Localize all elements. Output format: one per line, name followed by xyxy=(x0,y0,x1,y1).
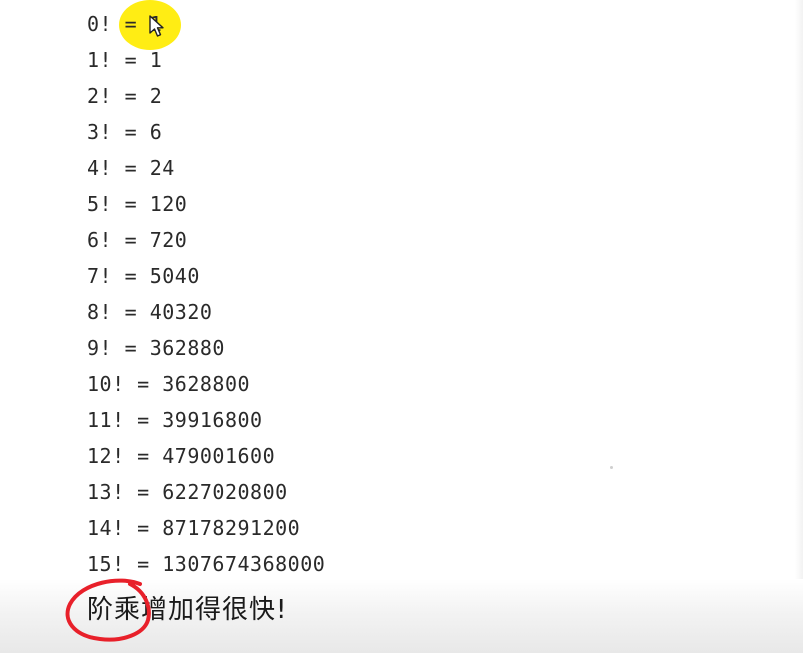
output-line: 14! = 87178291200 xyxy=(87,516,301,540)
program-output: 0! = 1 1! = 1 2! = 2 3! = 6 4! = 24 5! =… xyxy=(87,9,325,585)
output-line: 6! = 720 xyxy=(87,228,188,252)
right-edge-shadow xyxy=(795,0,803,653)
output-line: 1! = 1 xyxy=(87,48,163,72)
output-line: 3! = 6 xyxy=(87,120,163,144)
output-line: 2! = 2 xyxy=(87,84,163,108)
stray-dot xyxy=(610,466,613,469)
output-line: 9! = 362880 xyxy=(87,336,225,360)
output-line: 7! = 5040 xyxy=(87,264,200,288)
output-line: 0! = 1 xyxy=(87,12,163,36)
screen: 0! = 1 1! = 1 2! = 2 3! = 6 4! = 24 5! =… xyxy=(0,0,803,653)
output-line: 10! = 3628800 xyxy=(87,372,251,396)
output-line: 13! = 6227020800 xyxy=(87,480,288,504)
output-line: 5! = 120 xyxy=(87,192,188,216)
mouse-pointer-icon xyxy=(149,15,164,37)
output-line: 12! = 479001600 xyxy=(87,444,276,468)
output-line: 8! = 40320 xyxy=(87,300,213,324)
output-line: 4! = 24 xyxy=(87,156,175,180)
red-annotation-circle xyxy=(65,578,151,642)
output-line: 11! = 39916800 xyxy=(87,408,263,432)
